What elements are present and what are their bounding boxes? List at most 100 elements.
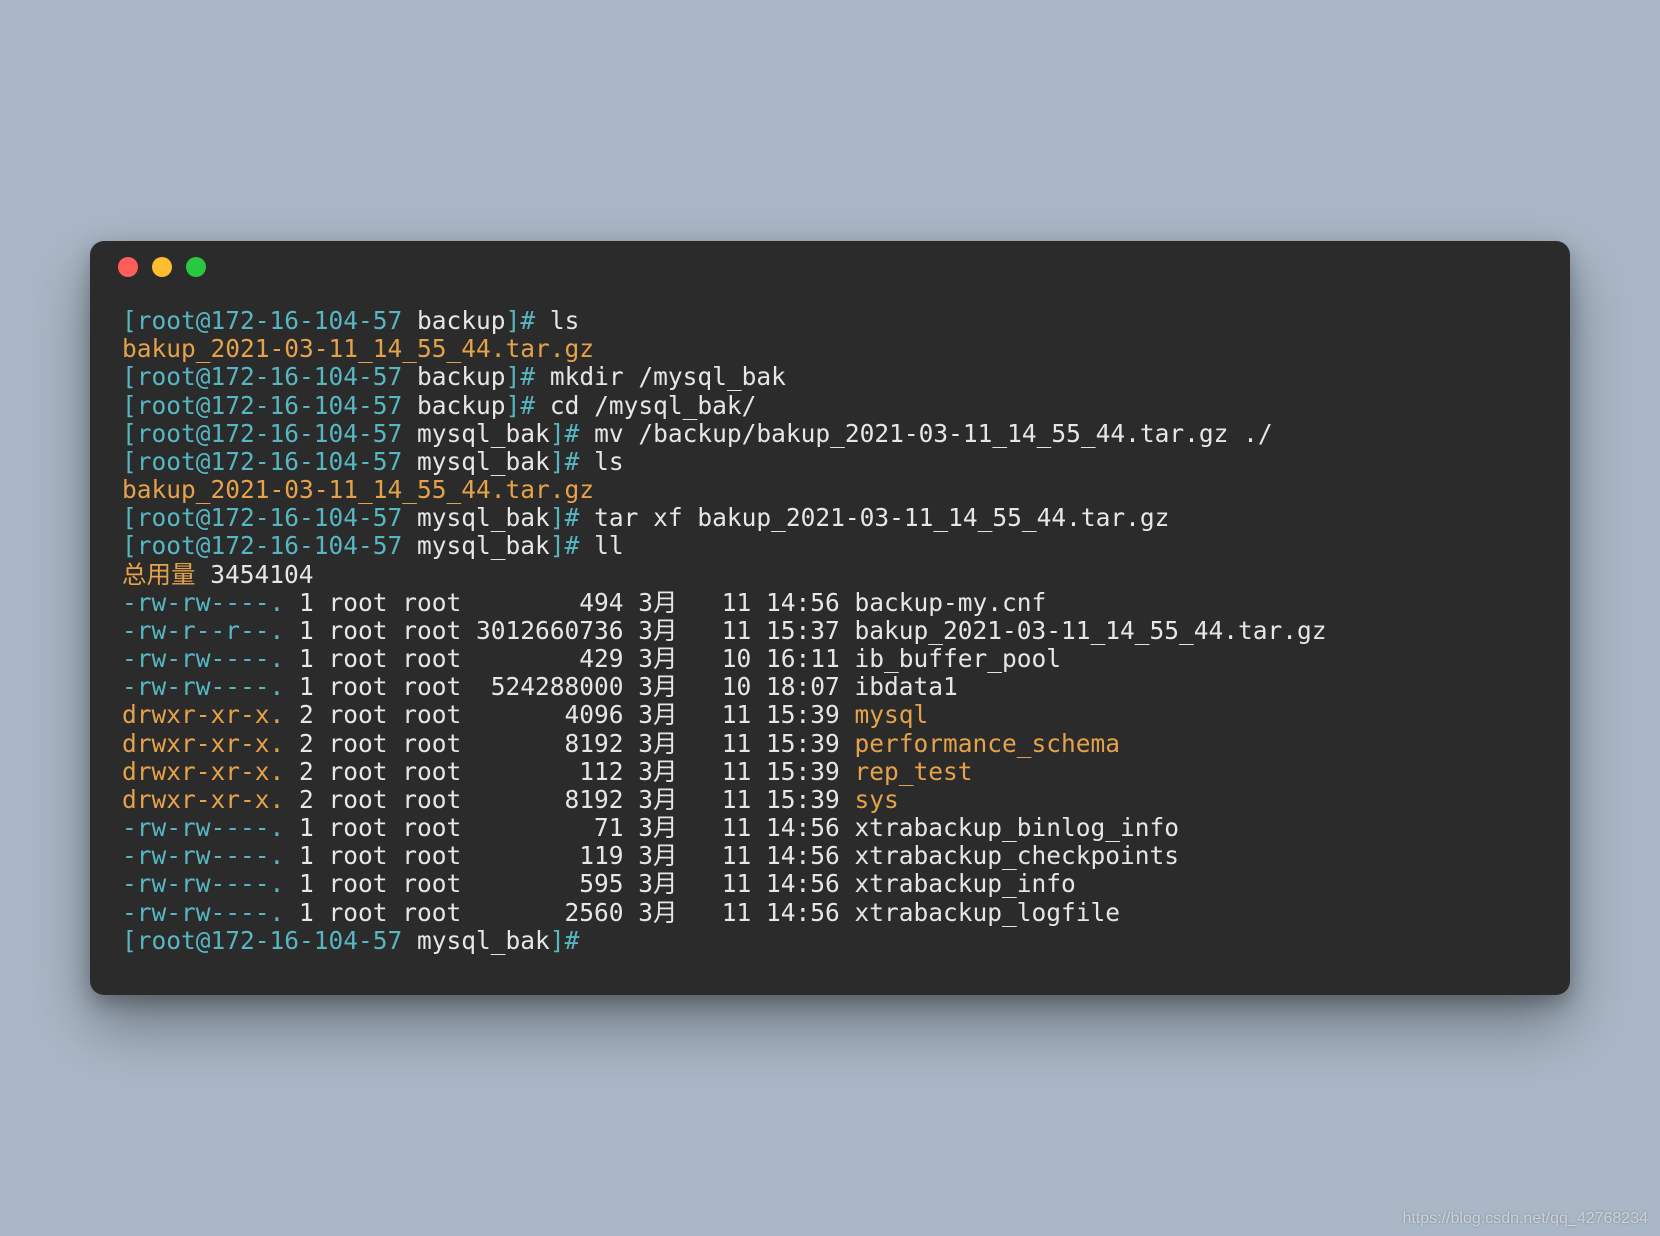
terminal-line: [root@172-16-104-57 mysql_bak]# ls — [122, 448, 1538, 476]
command-text: ll — [594, 531, 624, 560]
ll-row: drwxr-xr-x. 2 root root 112 3月 11 15:39 … — [122, 758, 1538, 786]
ll-perm: drwxr-xr-x. — [122, 757, 284, 786]
prompt-bracket: ]# — [550, 926, 580, 955]
prompt-user-host: root@172-16-104-57 — [137, 447, 403, 476]
watermark-text: https://blog.csdn.net/qq_42768234 — [1402, 1210, 1648, 1228]
ll-meta: 1 root root 3012660736 3月 11 15:37 — [284, 616, 854, 645]
prompt-bracket: ]# — [550, 447, 580, 476]
ll-meta: 1 root root 71 3月 11 14:56 — [284, 813, 854, 842]
ll-file-name: backup-my.cnf — [855, 588, 1047, 617]
terminal-line: 总用量 3454104 — [122, 561, 1538, 589]
ll-row: -rw-rw----. 1 root root 71 3月 11 14:56 x… — [122, 814, 1538, 842]
ll-meta: 2 root root 8192 3月 11 15:39 — [284, 785, 854, 814]
maximize-icon[interactable] — [186, 257, 206, 277]
ll-file-name: ibdata1 — [855, 672, 958, 701]
prompt-bracket: ]# — [550, 503, 580, 532]
terminal-line: [root@172-16-104-57 mysql_bak]# ll — [122, 532, 1538, 560]
ll-dir-name: rep_test — [855, 757, 973, 786]
prompt-bracket: ]# — [506, 362, 536, 391]
ll-meta: 1 root root 429 3月 10 16:11 — [284, 644, 854, 673]
ll-row: -rw-rw----. 1 root root 2560 3月 11 14:56… — [122, 899, 1538, 927]
terminal-line: bakup_2021-03-11_14_55_44.tar.gz — [122, 476, 1538, 504]
ll-dir-name: sys — [855, 785, 899, 814]
prompt-bracket: [ — [122, 503, 137, 532]
ll-row: drwxr-xr-x. 2 root root 4096 3月 11 15:39… — [122, 701, 1538, 729]
terminal-line: [root@172-16-104-57 mysql_bak]# — [122, 927, 1538, 955]
ll-meta: 2 root root 112 3月 11 15:39 — [284, 757, 854, 786]
ll-perm: drwxr-xr-x. — [122, 700, 284, 729]
ll-perm: -rw-r--r--. — [122, 616, 284, 645]
ll-meta: 1 root root 2560 3月 11 14:56 — [284, 898, 854, 927]
ll-file-name: xtrabackup_binlog_info — [855, 813, 1180, 842]
ll-total-label: 总用量 — [122, 560, 196, 589]
prompt-bracket: [ — [122, 362, 137, 391]
ll-row: -rw-rw----. 1 root root 119 3月 11 14:56 … — [122, 842, 1538, 870]
prompt-user-host: root@172-16-104-57 — [137, 419, 403, 448]
prompt-user-host: root@172-16-104-57 — [137, 362, 403, 391]
terminal-line: [root@172-16-104-57 backup]# ls — [122, 307, 1538, 335]
window-titlebar — [90, 241, 1570, 293]
command-text: tar xf bakup_2021-03-11_14_55_44.tar.gz — [594, 503, 1169, 532]
prompt-bracket: [ — [122, 391, 137, 420]
ll-row: drwxr-xr-x. 2 root root 8192 3月 11 15:39… — [122, 786, 1538, 814]
ll-dir-name: performance_schema — [855, 729, 1121, 758]
command-text: mkdir /mysql_bak — [550, 362, 786, 391]
terminal-line: [root@172-16-104-57 mysql_bak]# tar xf b… — [122, 504, 1538, 532]
prompt-dir: mysql_bak — [417, 531, 550, 560]
prompt-bracket: ]# — [506, 391, 536, 420]
ls-output-file: bakup_2021-03-11_14_55_44.tar.gz — [122, 475, 594, 504]
prompt-dir: mysql_bak — [417, 503, 550, 532]
minimize-icon[interactable] — [152, 257, 172, 277]
prompt-bracket: [ — [122, 447, 137, 476]
ll-row: -rw-rw----. 1 root root 524288000 3月 10 … — [122, 673, 1538, 701]
prompt-bracket: ]# — [550, 419, 580, 448]
prompt-bracket: [ — [122, 531, 137, 560]
prompt-bracket: [ — [122, 926, 137, 955]
ll-dir-name: mysql — [855, 700, 929, 729]
close-icon[interactable] — [118, 257, 138, 277]
ll-perm: -rw-rw----. — [122, 841, 284, 870]
ll-meta: 2 root root 8192 3月 11 15:39 — [284, 729, 854, 758]
ll-perm: -rw-rw----. — [122, 813, 284, 842]
prompt-user-host: root@172-16-104-57 — [137, 926, 403, 955]
command-text: cd /mysql_bak/ — [550, 391, 757, 420]
prompt-dir: mysql_bak — [417, 419, 550, 448]
ll-row: -rw-rw----. 1 root root 494 3月 11 14:56 … — [122, 589, 1538, 617]
ll-meta: 1 root root 524288000 3月 10 18:07 — [284, 672, 854, 701]
prompt-bracket: [ — [122, 306, 137, 335]
prompt-user-host: root@172-16-104-57 — [137, 503, 403, 532]
ll-meta: 2 root root 4096 3月 11 15:39 — [284, 700, 854, 729]
prompt-user-host: root@172-16-104-57 — [137, 531, 403, 560]
terminal-line: [root@172-16-104-57 backup]# cd /mysql_b… — [122, 392, 1538, 420]
terminal-content[interactable]: [root@172-16-104-57 backup]# lsbakup_202… — [90, 293, 1570, 955]
ll-file-name: ib_buffer_pool — [855, 644, 1062, 673]
ll-perm: -rw-rw----. — [122, 898, 284, 927]
prompt-dir: backup — [417, 362, 506, 391]
prompt-dir: mysql_bak — [417, 447, 550, 476]
ll-file-name: xtrabackup_checkpoints — [855, 841, 1180, 870]
ll-row: -rw-rw----. 1 root root 429 3月 10 16:11 … — [122, 645, 1538, 673]
terminal-line: bakup_2021-03-11_14_55_44.tar.gz — [122, 335, 1538, 363]
prompt-user-host: root@172-16-104-57 — [137, 306, 403, 335]
ll-file-name: xtrabackup_logfile — [855, 898, 1121, 927]
prompt-user-host: root@172-16-104-57 — [137, 391, 403, 420]
ll-meta: 1 root root 494 3月 11 14:56 — [284, 588, 854, 617]
ll-meta: 1 root root 119 3月 11 14:56 — [284, 841, 854, 870]
ll-perm: -rw-rw----. — [122, 672, 284, 701]
ll-file-name: xtrabackup_info — [855, 869, 1076, 898]
prompt-dir: backup — [417, 391, 506, 420]
ll-row: drwxr-xr-x. 2 root root 8192 3月 11 15:39… — [122, 730, 1538, 758]
ll-meta: 1 root root 595 3月 11 14:56 — [284, 869, 854, 898]
terminal-window: [root@172-16-104-57 backup]# lsbakup_202… — [90, 241, 1570, 995]
prompt-bracket: [ — [122, 419, 137, 448]
ll-perm: -rw-rw----. — [122, 588, 284, 617]
ll-perm: -rw-rw----. — [122, 644, 284, 673]
terminal-line: [root@172-16-104-57 backup]# mkdir /mysq… — [122, 363, 1538, 391]
ll-row: -rw-r--r--. 1 root root 3012660736 3月 11… — [122, 617, 1538, 645]
ll-perm: -rw-rw----. — [122, 869, 284, 898]
prompt-dir: backup — [417, 306, 506, 335]
terminal-line: [root@172-16-104-57 mysql_bak]# mv /back… — [122, 420, 1538, 448]
command-text: mv /backup/bakup_2021-03-11_14_55_44.tar… — [594, 419, 1273, 448]
prompt-bracket: ]# — [550, 531, 580, 560]
prompt-dir: mysql_bak — [417, 926, 550, 955]
